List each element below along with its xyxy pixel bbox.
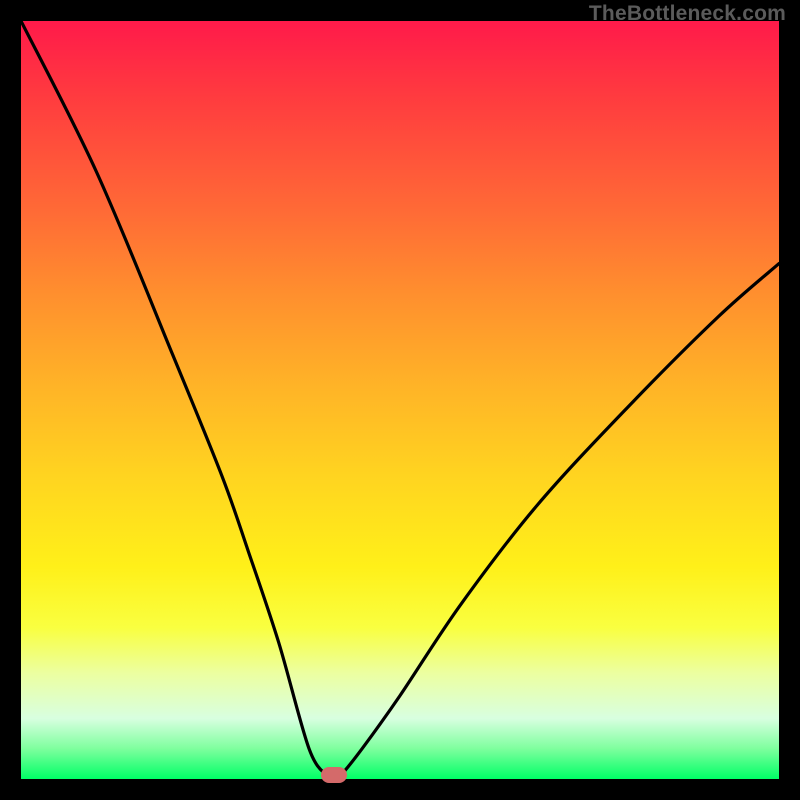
bottleneck-curve (21, 21, 779, 779)
chart-plot-area (21, 21, 779, 779)
watermark-text: TheBottleneck.com (589, 2, 786, 26)
optimal-point-marker (321, 767, 347, 783)
chart-frame: TheBottleneck.com (0, 0, 800, 800)
